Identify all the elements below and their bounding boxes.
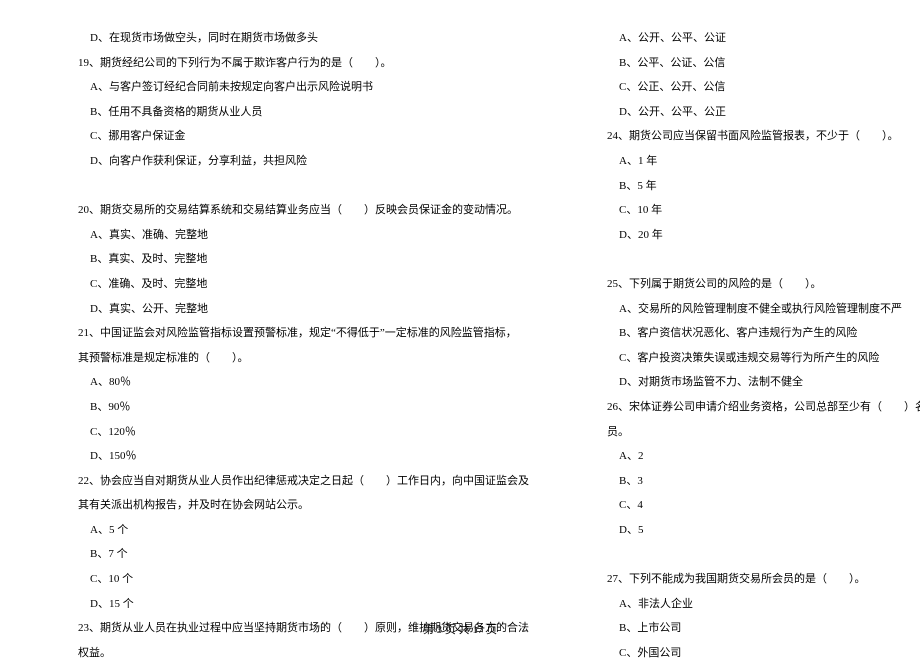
q23-option-c: C、公正、公开、公信	[589, 79, 920, 97]
left-column: D、在现货市场做空头，同时在期货市场做多头 19、期货经纪公司的下列行为不属于欺…	[60, 30, 529, 620]
q19-option-b: B、任用不具备资格的期货从业人员	[60, 104, 529, 122]
q24-stem: 24、期货公司应当保留书面风险监管报表，不少于（ ）。	[589, 128, 920, 146]
q21-stem-l1: 21、中国证监会对风险监管指标设置预警标准，规定“不得低于”一定标准的风险监管指…	[60, 325, 529, 343]
q26-option-d: D、5	[589, 522, 920, 540]
q24-option-b: B、5 年	[589, 178, 920, 196]
q25-option-c: C、客户投资决策失误或违规交易等行为所产生的风险	[589, 350, 920, 368]
q22-stem-l1: 22、协会应当自对期货从业人员作出纪律惩戒决定之日起（ ）工作日内，向中国证监会…	[60, 473, 529, 491]
q23-stem-l2: 权益。	[60, 645, 529, 662]
q23-option-a: A、公开、公平、公证	[589, 30, 920, 48]
q22-stem-l2: 其有关派出机构报告，并及时在协会网站公示。	[60, 497, 529, 515]
q19-option-d: D、向客户作获利保证，分享利益，共担风险	[60, 153, 529, 171]
q26-option-b: B、3	[589, 473, 920, 491]
q20-option-a: A、真实、准确、完整地	[60, 227, 529, 245]
q21-option-b: B、90％	[60, 399, 529, 417]
spacer	[589, 251, 920, 269]
q19-option-a: A、与客户签订经纪合同前未按规定向客户出示风险说明书	[60, 79, 529, 97]
q26-option-c: C、4	[589, 497, 920, 515]
right-column: A、公开、公平、公证 B、公平、公证、公信 C、公正、公开、公信 D、公开、公平…	[589, 30, 920, 620]
q22-option-b: B、7 个	[60, 546, 529, 564]
q22-option-d: D、15 个	[60, 596, 529, 614]
q20-option-c: C、准确、及时、完整地	[60, 276, 529, 294]
q27-option-a: A、非法人企业	[589, 596, 920, 614]
q26-stem-l2: 员。	[589, 424, 920, 442]
q21-stem-l2: 其预警标准是规定标准的（ ）。	[60, 350, 529, 368]
q19-option-c: C、挪用客户保证金	[60, 128, 529, 146]
q22-option-a: A、5 个	[60, 522, 529, 540]
page-columns: D、在现货市场做空头，同时在期货市场做多头 19、期货经纪公司的下列行为不属于欺…	[60, 30, 860, 620]
q18-option-d: D、在现货市场做空头，同时在期货市场做多头	[60, 30, 529, 48]
q26-stem-l1: 26、宋体证券公司申请介绍业务资格，公司总部至少有（ ）名具有期货从业资格的业务…	[589, 399, 920, 417]
spacer	[60, 178, 529, 196]
q25-option-d: D、对期货市场监管不力、法制不健全	[589, 374, 920, 392]
q24-option-a: A、1 年	[589, 153, 920, 171]
q21-option-c: C、120％	[60, 424, 529, 442]
page-footer: 第 3 页 共 17 页	[0, 622, 920, 640]
spacer	[589, 546, 920, 564]
q20-option-d: D、真实、公开、完整地	[60, 301, 529, 319]
q25-option-a: A、交易所的风险管理制度不健全或执行风险管理制度不严	[589, 301, 920, 319]
q23-option-b: B、公平、公证、公信	[589, 55, 920, 73]
q24-option-c: C、10 年	[589, 202, 920, 220]
q20-option-b: B、真实、及时、完整地	[60, 251, 529, 269]
q26-option-a: A、2	[589, 448, 920, 466]
q24-option-d: D、20 年	[589, 227, 920, 245]
q22-option-c: C、10 个	[60, 571, 529, 589]
q20-stem: 20、期货交易所的交易结算系统和交易结算业务应当（ ）反映会员保证金的变动情况。	[60, 202, 529, 220]
q23-option-d: D、公开、公平、公正	[589, 104, 920, 122]
q27-stem: 27、下列不能成为我国期货交易所会员的是（ ）。	[589, 571, 920, 589]
q27-option-c: C、外国公司	[589, 645, 920, 662]
q25-stem: 25、下列属于期货公司的风险的是（ ）。	[589, 276, 920, 294]
q21-option-d: D、150％	[60, 448, 529, 466]
q21-option-a: A、80％	[60, 374, 529, 392]
q25-option-b: B、客户资信状况恶化、客户违规行为产生的风险	[589, 325, 920, 343]
q19-stem: 19、期货经纪公司的下列行为不属于欺诈客户行为的是（ ）。	[60, 55, 529, 73]
